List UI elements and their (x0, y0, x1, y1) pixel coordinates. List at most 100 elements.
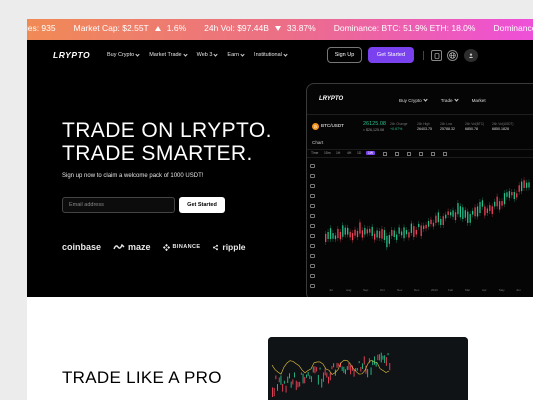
stat-24h-vol-usdt: 24h Vol(USDT) 6850.1828 (492, 122, 513, 131)
ticker-track: ges: 935 Market Cap: $2.55T 1.6% 24h Vol: $… (27, 23, 533, 33)
candle-body (383, 230, 386, 240)
features-section: TRADE LIKE A PRO (27, 297, 533, 400)
candle-body (302, 373, 304, 384)
nav-item-web3[interactable]: Web 3 (197, 51, 219, 58)
time-tick-label: Jul (329, 288, 333, 292)
pro-chart-graphic (268, 337, 468, 400)
stat-value: 6850.78 (465, 127, 478, 131)
candle-body (319, 367, 321, 370)
binance-logo: BINANCE (162, 243, 201, 251)
candle-body (496, 196, 498, 207)
candle-body (363, 356, 365, 365)
candle-body (331, 366, 333, 370)
candle-body (317, 374, 319, 385)
ticker-text: Dominance: BTC: 51.9 (493, 23, 533, 33)
drawing-tool-icon (310, 254, 315, 258)
candle-body (427, 221, 430, 227)
partner-label: maze (128, 242, 151, 252)
candle-body (334, 235, 337, 240)
candle-body (469, 214, 471, 223)
candle-body (498, 201, 501, 210)
ticker-item: 24h Vol: $97.44B 33.87% (204, 23, 316, 33)
nav-item-buy-crypto[interactable]: Buy Crypto (107, 51, 140, 58)
top-nav: LRYPTO Buy Crypto Market Trade Web 3 Ear… (27, 40, 533, 70)
candle-body (374, 356, 375, 365)
indicator-icon (383, 152, 387, 156)
timeframe-4h: 4H (347, 151, 352, 155)
pair-header: ₿ BTC/USDT 26125.08 ≈ $26,125.08 24h Cha… (307, 121, 533, 135)
candle-type-icon (395, 152, 399, 156)
timeframe-time: Time (311, 151, 319, 155)
candle-body (391, 229, 393, 236)
avatar[interactable] (464, 49, 478, 62)
chart-tab: Chart (312, 140, 324, 145)
candle-body (283, 380, 285, 384)
candle-body (278, 377, 280, 383)
nav-item-market-trade[interactable]: Market Trade (149, 51, 188, 58)
candle-body (336, 362, 338, 368)
candle-body (508, 191, 511, 198)
nav-item-earn[interactable]: Earn (227, 51, 245, 58)
ticker-text: Dominance: BTC: 51.9% ETH: 18.0% (333, 23, 476, 33)
candle-body (326, 372, 328, 378)
nav-item-institutional[interactable]: Institutional (254, 51, 288, 58)
candle-body (351, 233, 354, 241)
candle-body (347, 227, 349, 235)
timeframe-1h: 1H (336, 151, 341, 155)
candle-body (338, 363, 340, 367)
candle-body (358, 361, 360, 364)
candle-body (327, 231, 329, 239)
candle-body (435, 215, 437, 223)
candle-body (403, 227, 405, 239)
candle-body (275, 375, 277, 380)
candle-body (459, 206, 462, 218)
get-started-button[interactable]: Get Started (368, 47, 414, 63)
candle-body (344, 227, 346, 235)
fullscreen-icon (431, 152, 435, 156)
candle-body (479, 202, 481, 213)
sign-up-button[interactable]: Sign Up (327, 47, 362, 63)
market-ticker: ges: 935 Market Cap: $2.55T 1.6% 24h Vol: $… (27, 19, 533, 40)
candle-body (408, 232, 410, 238)
candle-body (425, 224, 427, 229)
candle-body (376, 230, 378, 238)
chevron-down-icon (240, 51, 245, 57)
candle-body (384, 355, 386, 364)
logo[interactable]: LRYPTO (53, 50, 90, 60)
candle-body (295, 380, 297, 391)
bitcoin-icon: ₿ (312, 123, 319, 130)
coinbase-logo: coinbase (62, 242, 101, 252)
binance-icon (162, 243, 170, 251)
candle-body (348, 362, 350, 370)
candle-body (501, 201, 503, 206)
time-tick-label: Nov (397, 288, 403, 292)
candle-body (462, 207, 464, 219)
email-field[interactable]: Email address (62, 197, 175, 213)
ticker-item: Market Cap: $2.55T 1.6% (74, 23, 187, 33)
candle-body (393, 230, 395, 237)
camera-icon (443, 152, 447, 156)
stat-label: 24h Vol(BTC) (465, 122, 485, 126)
screen-background (268, 337, 468, 400)
drawing-tool-icon (310, 264, 315, 268)
preview-menu-item: Market (472, 98, 486, 103)
partner-label: BINANCE (172, 244, 201, 250)
globe-icon[interactable] (447, 50, 458, 61)
hero-get-started-button[interactable]: Get Started (179, 197, 225, 213)
candle-body (472, 210, 474, 215)
preview-menu-item: Trade (440, 97, 459, 103)
nav-item-label: Institutional (254, 52, 282, 58)
candle-body (370, 367, 372, 375)
hero-subtitle: Sign up now to claim a welcome pack of 1… (62, 173, 204, 179)
candle-body (294, 372, 295, 378)
price-usd: ≈ $26,125.08 (363, 128, 384, 132)
candle-body (525, 182, 528, 188)
ticker-item: Dominance: BTC: 51.9% ETH: 18.0% (334, 23, 476, 33)
preview-menu-label: Trade (440, 98, 453, 103)
stat-value: 25788.32 (440, 127, 455, 131)
download-app-icon[interactable] (431, 50, 442, 61)
candle-body (300, 372, 302, 375)
candle-body (437, 212, 439, 223)
maze-logo: maze (113, 242, 151, 252)
ticker-text: Market Cap: $2.55T (73, 23, 149, 33)
